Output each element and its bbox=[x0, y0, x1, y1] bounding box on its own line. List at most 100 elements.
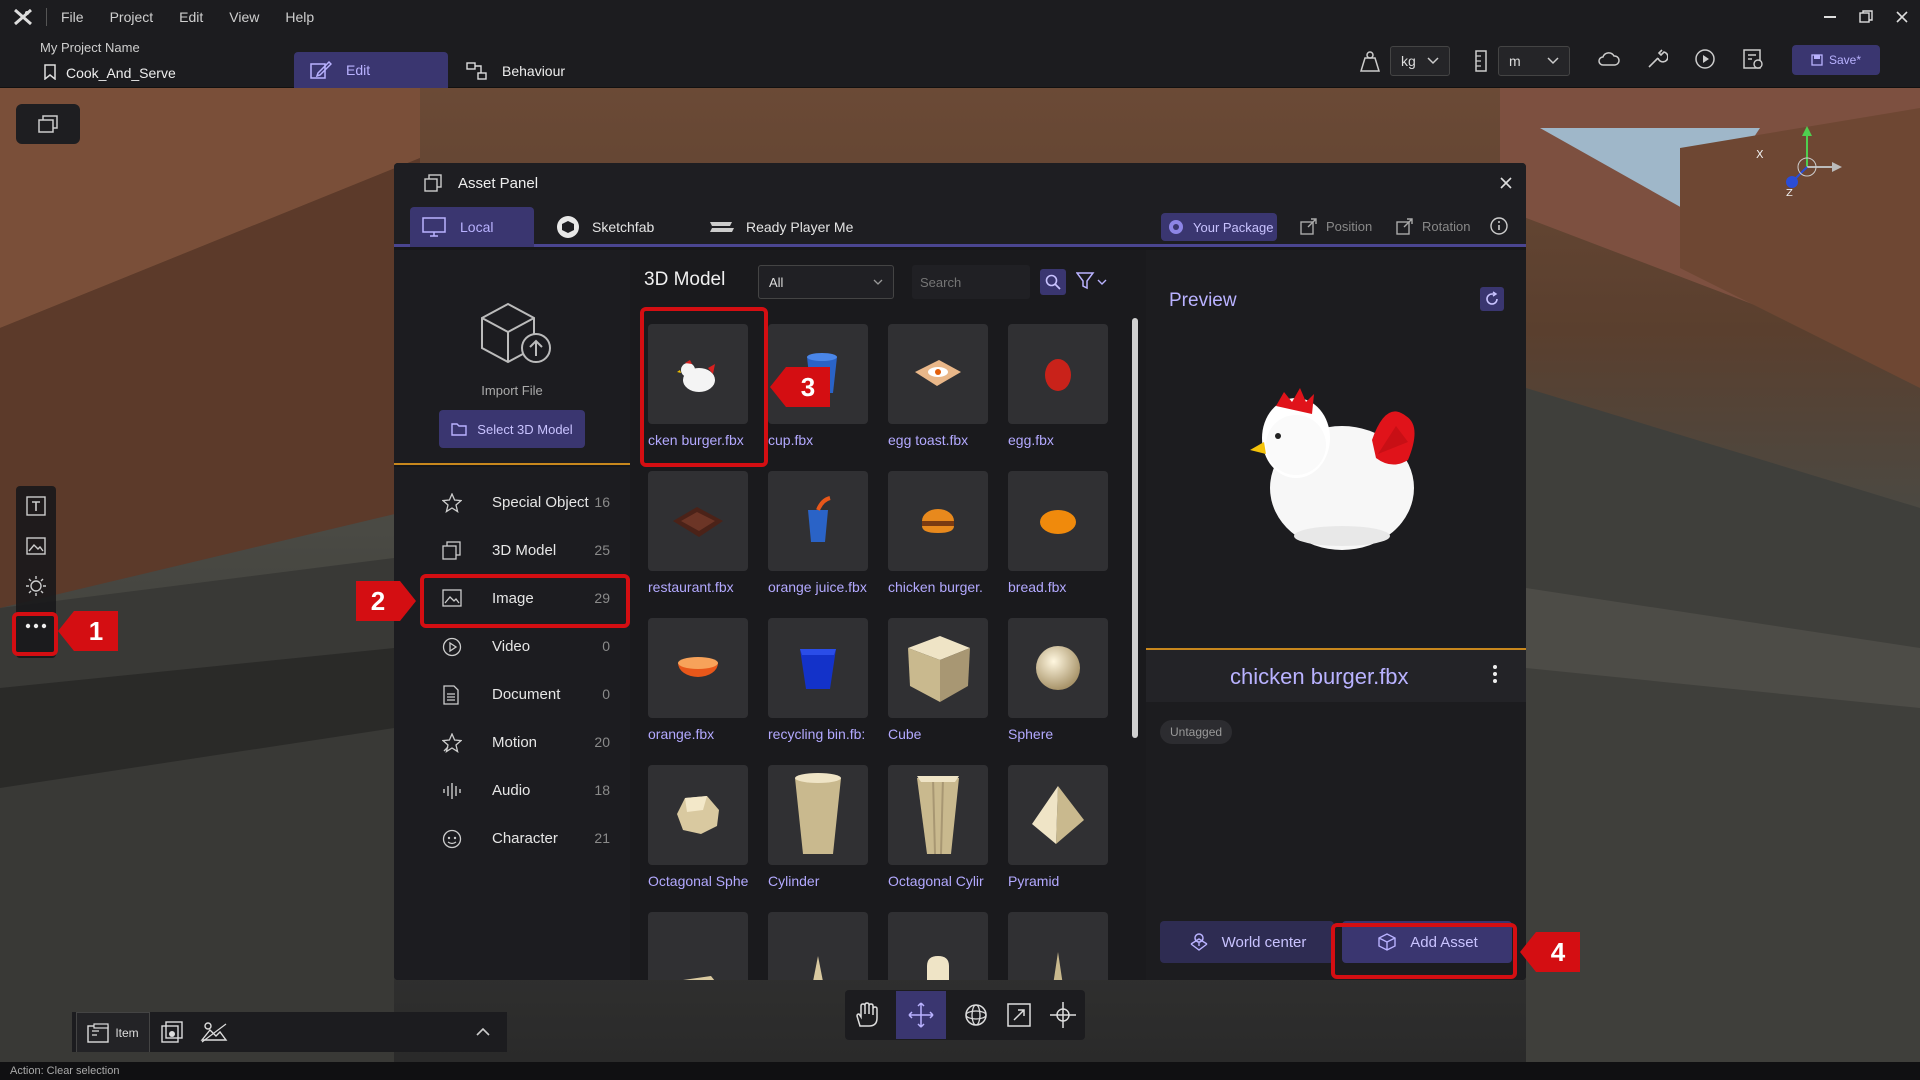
save-button[interactable]: Save* bbox=[1792, 45, 1880, 75]
cube-icon bbox=[442, 541, 462, 561]
length-unit-select[interactable]: m bbox=[1498, 46, 1570, 76]
world-center-button[interactable]: World center bbox=[1160, 921, 1334, 963]
hand-tool-icon[interactable] bbox=[853, 1002, 879, 1028]
expand-panel-icon[interactable] bbox=[476, 1028, 490, 1036]
asset-card-chicken-burger[interactable]: chicken burger. bbox=[888, 471, 988, 595]
layers-icon bbox=[37, 114, 59, 134]
asset-card-restaurant[interactable]: restaurant.fbx bbox=[648, 471, 748, 595]
burger-icon bbox=[922, 509, 954, 533]
axis-gizmo-icon[interactable]: X Z bbox=[1752, 122, 1842, 202]
asset-card-partial[interactable] bbox=[648, 912, 748, 980]
menu-view[interactable]: View bbox=[229, 9, 259, 25]
scale-tool-icon[interactable] bbox=[1006, 1002, 1032, 1028]
play-icon[interactable] bbox=[1694, 48, 1716, 70]
asset-name: Octagonal Sphe bbox=[648, 873, 749, 889]
world-center-icon bbox=[1188, 932, 1210, 952]
reset-preview-button[interactable] bbox=[1480, 287, 1504, 311]
preview-viewport[interactable] bbox=[1146, 330, 1526, 650]
asset-card-octagonal-sphere[interactable]: Octagonal Sphe bbox=[648, 765, 748, 889]
annotation-number: 4 bbox=[1536, 932, 1580, 972]
asset-card-pyramid[interactable]: Pyramid bbox=[1008, 765, 1108, 889]
tag-chip[interactable]: Untagged bbox=[1160, 720, 1233, 744]
wrench-icon[interactable] bbox=[1646, 48, 1668, 70]
close-panel-icon[interactable] bbox=[1500, 177, 1512, 189]
light-tool[interactable] bbox=[16, 566, 56, 606]
menu-file[interactable]: File bbox=[61, 9, 84, 25]
minimize-button[interactable] bbox=[1812, 0, 1848, 34]
select-3d-model-button[interactable]: Select 3D Model bbox=[439, 410, 585, 448]
asset-name: Cylinder bbox=[768, 873, 820, 889]
tab-ready-player-me[interactable]: Ready Player Me bbox=[708, 207, 853, 247]
move-tool-button[interactable] bbox=[895, 991, 946, 1039]
grid-scrollbar-thumb[interactable] bbox=[1132, 318, 1138, 738]
category-3d-model[interactable]: 3D Model 25 bbox=[394, 527, 630, 575]
image-tool[interactable] bbox=[16, 526, 56, 566]
asset-name: egg toast.fbx bbox=[888, 432, 969, 448]
octagonal-cylinder-icon bbox=[917, 776, 959, 855]
project-name[interactable]: Cook_And_Serve bbox=[66, 65, 176, 81]
mass-unit-select[interactable]: kg bbox=[1390, 46, 1450, 76]
text-icon bbox=[26, 496, 46, 516]
your-package-button[interactable]: Your Package bbox=[1161, 213, 1277, 241]
project-label: My Project Name bbox=[40, 40, 140, 55]
position-button[interactable]: Position bbox=[1300, 217, 1372, 235]
asset-card-cylinder[interactable]: Cylinder bbox=[768, 765, 868, 889]
kebab-menu-icon[interactable] bbox=[1492, 664, 1498, 684]
filter-select[interactable]: All bbox=[758, 265, 894, 299]
environment-tab-icon[interactable] bbox=[200, 1020, 228, 1044]
restore-button[interactable] bbox=[1848, 0, 1884, 34]
asset-card-partial[interactable] bbox=[888, 912, 988, 980]
category-audio[interactable]: Audio 18 bbox=[394, 767, 630, 815]
category-motion[interactable]: Motion 20 bbox=[394, 719, 630, 767]
pivot-tool-icon[interactable] bbox=[1049, 1001, 1077, 1029]
menu-edit[interactable]: Edit bbox=[179, 9, 203, 25]
menu-project[interactable]: Project bbox=[110, 9, 154, 25]
asset-card-partial[interactable] bbox=[1008, 912, 1108, 980]
info-icon[interactable] bbox=[1490, 217, 1508, 235]
asset-thumbnail bbox=[1008, 912, 1108, 980]
menu-help[interactable]: Help bbox=[285, 9, 314, 25]
rotate-tool-icon[interactable] bbox=[962, 1001, 990, 1029]
cloud-icon[interactable] bbox=[1598, 50, 1620, 68]
tab-edit[interactable]: Edit bbox=[294, 52, 448, 88]
category-count: 18 bbox=[594, 782, 610, 798]
tab-item[interactable]: Item bbox=[76, 1012, 150, 1052]
category-special-object[interactable]: Special Object 16 bbox=[394, 479, 630, 527]
import-cube-icon bbox=[478, 300, 554, 366]
category-document[interactable]: Document 0 bbox=[394, 671, 630, 719]
layers-button[interactable] bbox=[16, 104, 80, 144]
tab-sketchfab[interactable]: Sketchfab bbox=[556, 207, 654, 247]
category-video[interactable]: Video 0 bbox=[394, 623, 630, 671]
asset-thumbnail bbox=[768, 912, 868, 980]
rotation-button[interactable]: Rotation bbox=[1396, 217, 1470, 235]
asset-card-egg[interactable]: egg.fbx bbox=[1008, 324, 1108, 448]
close-window-button[interactable] bbox=[1884, 0, 1920, 34]
mass-unit-value: kg bbox=[1401, 53, 1416, 69]
asset-card-egg-toast[interactable]: egg toast.fbx bbox=[888, 324, 988, 448]
search-button[interactable] bbox=[1040, 269, 1066, 295]
asset-card-octagonal-cylinder[interactable]: Octagonal Cylir bbox=[888, 765, 988, 889]
publish-icon[interactable] bbox=[1742, 48, 1764, 70]
annotation-callout-2: 2 bbox=[356, 581, 416, 621]
search-input[interactable] bbox=[912, 265, 1030, 299]
monitor-icon bbox=[422, 217, 446, 237]
star-icon bbox=[442, 493, 462, 513]
filter-button[interactable] bbox=[1076, 271, 1110, 291]
asset-card-orange[interactable]: orange.fbx bbox=[648, 618, 748, 742]
asset-card-orange-juice[interactable]: orange juice.fbx bbox=[768, 471, 868, 595]
asset-card-bread[interactable]: bread.fbx bbox=[1008, 471, 1108, 595]
text-tool[interactable] bbox=[16, 486, 56, 526]
asset-card-partial[interactable] bbox=[768, 912, 868, 980]
asset-name: restaurant.fbx bbox=[648, 579, 734, 595]
tab-behaviour[interactable]: Behaviour bbox=[466, 56, 565, 86]
asset-card-recycling-bin[interactable]: recycling bin.fb: bbox=[768, 618, 868, 742]
object-tab-icon[interactable] bbox=[160, 1020, 184, 1044]
filter-value: All bbox=[769, 274, 784, 290]
asset-card-cube[interactable]: Cube bbox=[888, 618, 988, 742]
asset-name: egg.fbx bbox=[1008, 432, 1054, 448]
asset-card-sphere[interactable]: Sphere bbox=[1008, 618, 1108, 742]
position-label: Position bbox=[1326, 218, 1373, 234]
position-icon bbox=[1300, 217, 1318, 235]
category-character[interactable]: Character 21 bbox=[394, 815, 630, 863]
tab-local[interactable]: Local bbox=[410, 207, 534, 247]
